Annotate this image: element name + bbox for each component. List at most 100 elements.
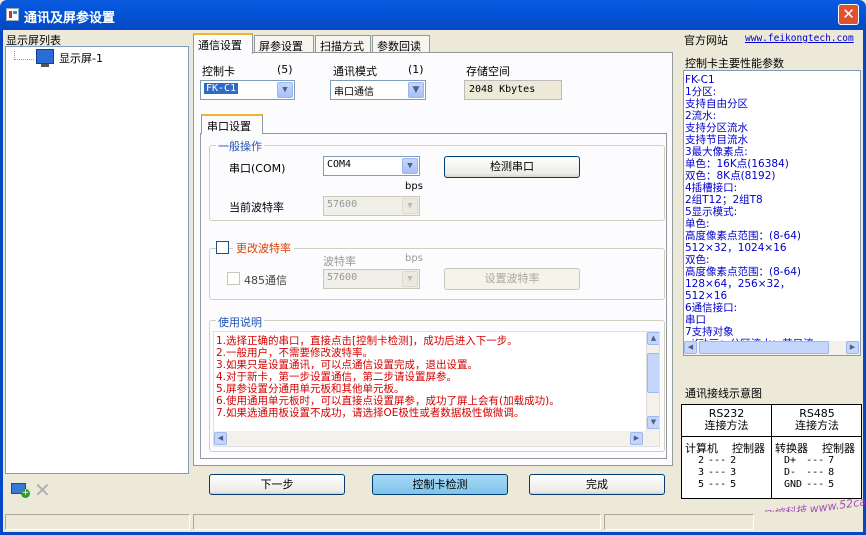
note-line: 7.如果选通用板设置不成功，请选择OE极性或者数据极性做微调。 (216, 407, 525, 419)
comm-mode-label: 通讯模式 (333, 65, 377, 78)
general-group-title: 一般操作 (216, 138, 264, 154)
bps-unit: bps (405, 181, 423, 192)
tab-screen-params[interactable]: 屏参设置 (254, 35, 314, 53)
rs485-pin-table: D+ --- 7 D- --- 8 GND --- 5 (782, 455, 836, 491)
comm-mode-count: (1) (408, 63, 424, 76)
spec-line: 串口 (685, 314, 706, 326)
set-baud-button: 设置波特率 (444, 268, 580, 290)
scroll-right-icon[interactable]: ▶ (630, 432, 643, 445)
spec-line: 512×16 (685, 290, 728, 302)
spec-line: 双色：8K点(8192) (685, 170, 776, 182)
notes-hscroll[interactable]: ◀ ▶ (214, 431, 659, 446)
window-title: 通讯及屏参设置 (24, 11, 116, 26)
chevron-down-icon: ▼ (402, 158, 418, 174)
table-row: GND --- 5 (784, 479, 835, 490)
status-bar (3, 512, 863, 532)
spec-line: 2组T12；2组T8 (685, 194, 763, 206)
website-label: 官方网站 (684, 34, 728, 47)
storage-label: 存储空间 (466, 65, 510, 78)
controller-label: 控制卡 (202, 65, 235, 78)
spec-line: 7支持对象 (685, 326, 734, 338)
spec-line: 单色: (685, 218, 710, 230)
bps-unit-2: bps (405, 253, 423, 264)
scroll-thumb[interactable] (699, 341, 829, 354)
scroll-thumb[interactable] (647, 353, 659, 393)
specs-hscroll[interactable]: ◀ ▶ (684, 341, 860, 355)
rs232-right-col: 控制器 (732, 442, 765, 455)
scroll-left-icon[interactable]: ◀ (214, 432, 227, 445)
screen-tree[interactable] (5, 46, 189, 474)
spec-line: 高度像素点范围：(8-64) (685, 266, 802, 278)
chevron-down-icon: ▼ (408, 82, 424, 98)
rs485-checkbox (227, 272, 240, 285)
table-row: 3 --- 3 (698, 467, 737, 478)
notes-title: 使用说明 (216, 314, 264, 330)
table-row: 5 --- 5 (698, 479, 737, 490)
finish-button[interactable]: 完成 (529, 474, 665, 495)
wiring-title: 通讯接线示意图 (685, 387, 762, 400)
change-baud-title: 更改波特率 (233, 240, 294, 256)
spec-line: 128×64，256×32， (685, 278, 791, 290)
tab-comm-settings[interactable]: 通信设置 (193, 33, 253, 54)
tree-item-screen-1[interactable]: 显示屏-1 (59, 50, 103, 66)
spec-line: 512×32，1024×16 (685, 242, 787, 254)
spec-line: 单色：16K点(16384) (685, 158, 789, 170)
rs232-left-col: 计算机 (685, 442, 718, 455)
controller-detect-button[interactable]: 控制卡检测 (372, 474, 508, 495)
spec-line: FK-C1 (685, 74, 715, 86)
table-row: 2 --- 2 (698, 455, 737, 466)
app-icon (6, 8, 19, 21)
rs485-left-col: 转换器 (775, 442, 808, 455)
add-screen-icon[interactable]: + (10, 482, 30, 498)
port-select[interactable]: COM4 ▼ (323, 156, 420, 176)
spec-line: 5显示模式: (685, 206, 738, 218)
table-row: D+ --- 7 (784, 455, 835, 466)
specs-title: 控制卡主要性能参数 (685, 57, 784, 70)
rs232-pin-table: 2 --- 2 3 --- 3 5 --- 5 (696, 455, 738, 491)
spec-line: 1分区: (685, 86, 717, 98)
wiring-diagram: RS232 连接方法 计算机 控制器 2 --- 2 3 --- 3 5 --- 5 RS4… (681, 404, 862, 499)
controller-select[interactable]: FK-C1 ▼ (200, 80, 295, 100)
subtab-serial[interactable]: 串口设置 (201, 114, 263, 134)
tab-scan-mode[interactable]: 扫描方式 (315, 35, 371, 53)
title-bar[interactable]: 通讯及屏参设置 ✕ (0, 0, 866, 30)
note-line: 4.对于新卡，第一步设置通信，第二步请设置屏参。 (216, 371, 458, 383)
spec-line: 支持节目流水 (685, 134, 748, 146)
tab-param-readback[interactable]: 参数回读 (372, 35, 430, 53)
note-line: 2.一般用户，不需要修改波特率。 (216, 347, 374, 359)
scroll-right-icon[interactable]: ▶ (846, 341, 859, 354)
scroll-up-icon[interactable]: ▲ (647, 332, 659, 345)
status-pane-2 (193, 514, 601, 530)
rs485-label: 485通信 (244, 274, 287, 287)
spec-line: 2流水: (685, 110, 717, 122)
current-baud-label: 当前波特率 (229, 201, 284, 214)
storage-value: 2048 Kbytes (464, 80, 562, 100)
port-label: 串口(COM) (229, 162, 286, 175)
chevron-down-icon: ▼ (402, 271, 418, 287)
scroll-down-icon[interactable]: ▼ (647, 416, 659, 429)
rs232-subtitle: 连接方法 (704, 419, 749, 432)
rs485-right-col: 控制器 (822, 442, 855, 455)
status-pane-3 (604, 514, 754, 530)
note-line: 1.选择正确的串口，直接点击[控制卡检测]，成功后进入下一步。 (216, 335, 518, 347)
spec-line: 6通信接口: (685, 302, 738, 314)
comm-mode-select[interactable]: 串口通信 ▼ (330, 80, 426, 100)
next-button[interactable]: 下一步 (209, 474, 345, 495)
spec-line: 高度像素点范围：(8-64) (685, 230, 802, 242)
close-button[interactable]: ✕ (838, 4, 859, 25)
notes-textarea[interactable]: 1.选择正确的串口，直接点击[控制卡检测]，成功后进入下一步。 2.一般用户，不… (213, 331, 660, 447)
spec-line: 3最大像素点: (685, 146, 748, 158)
status-pane-1 (5, 514, 190, 530)
change-baud-checkbox[interactable] (216, 241, 229, 254)
detect-port-button[interactable]: 检测串口 (444, 156, 580, 178)
note-line: 5.屏参设置分通用单元板和其他单元板。 (216, 383, 405, 395)
scroll-left-icon[interactable]: ◀ (684, 341, 697, 354)
specs-textarea[interactable]: FK-C1 1分区: 支持自由分区 2流水: 支持分区流水 支持节目流水 3最大… (683, 70, 861, 356)
delete-screen-icon[interactable]: ✕ (34, 480, 54, 500)
spec-line: 4插槽接口: (685, 182, 738, 194)
note-line: 3.如果只是设置通讯，可以点通信设置完成，退出设置。 (216, 359, 479, 371)
notes-vscroll[interactable]: ▲ ▼ (646, 332, 659, 431)
website-link[interactable]: www.feikongtech.com (745, 33, 854, 44)
baud-column-label: 波特率 (323, 255, 356, 268)
controller-count: (5) (277, 63, 293, 76)
